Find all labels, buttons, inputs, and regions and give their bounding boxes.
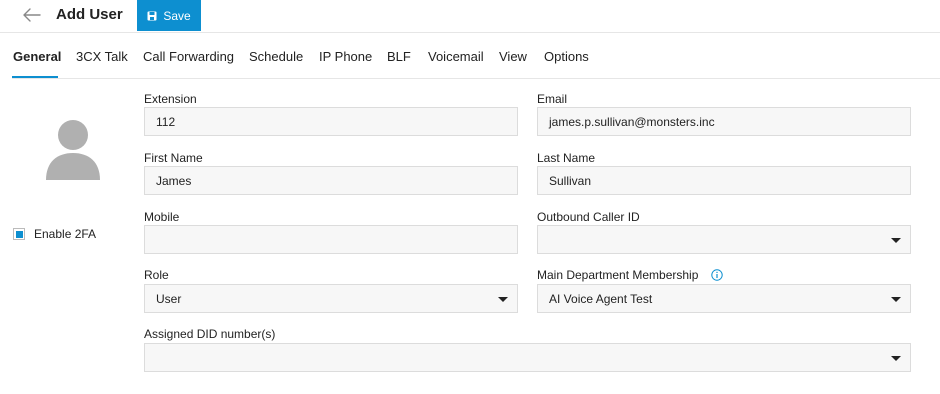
last-name-label: Last Name	[537, 151, 596, 165]
enable-2fa-label: Enable 2FA	[34, 227, 97, 241]
mobile-label: Mobile	[144, 210, 180, 224]
chevron-down-icon	[891, 238, 901, 243]
email-field[interactable]: james.p.sullivan@monsters.inc	[537, 107, 911, 136]
extension-label: Extension	[144, 92, 197, 106]
save-button[interactable]: Save	[137, 0, 201, 31]
top-bar: Add User Save	[0, 0, 940, 33]
tab-bar: General 3CX Talk Call Forwarding Schedul…	[12, 33, 940, 79]
chevron-down-icon	[891, 297, 901, 302]
tab-ip-phone[interactable]: IP Phone	[319, 49, 372, 64]
enable-2fa-checkbox[interactable]	[13, 228, 25, 240]
tab-blf[interactable]: BLF	[387, 49, 411, 64]
tab-general[interactable]: General	[13, 49, 61, 64]
arrow-left-icon	[23, 8, 41, 22]
mobile-field[interactable]	[144, 225, 518, 254]
page-title: Add User	[56, 6, 123, 23]
role-select[interactable]: User	[144, 284, 518, 313]
tab-view[interactable]: View	[499, 49, 527, 64]
first-name-field[interactable]: James	[144, 166, 518, 195]
chevron-down-icon	[498, 297, 508, 302]
assigned-did-label: Assigned DID number(s)	[144, 327, 276, 341]
enable-2fa-toggle[interactable]: Enable 2FA	[13, 227, 96, 241]
main-department-label: Main Department Membership	[537, 268, 699, 282]
email-value: james.p.sullivan@monsters.inc	[549, 114, 715, 129]
extension-field[interactable]: 112	[144, 107, 518, 136]
assigned-did-select[interactable]	[144, 343, 911, 372]
tab-call-forwarding[interactable]: Call Forwarding	[143, 49, 234, 64]
first-name-value: James	[156, 173, 192, 188]
main-department-value: AI Voice Agent Test	[549, 291, 653, 306]
tab-voicemail[interactable]: Voicemail	[428, 49, 484, 64]
checkbox-checked-mark	[15, 230, 23, 238]
tab-schedule[interactable]: Schedule	[249, 49, 303, 64]
save-button-label: Save	[163, 8, 191, 23]
tab-options[interactable]: Options	[544, 49, 589, 64]
active-tab-indicator	[12, 76, 58, 78]
last-name-value: Sullivan	[549, 173, 592, 188]
first-name-label: First Name	[144, 151, 203, 165]
main-department-select[interactable]: AI Voice Agent Test	[537, 284, 911, 313]
floppy-disk-icon	[147, 11, 157, 20]
back-button[interactable]	[20, 5, 44, 25]
user-avatar-icon[interactable]	[45, 118, 101, 182]
outbound-caller-id-label: Outbound Caller ID	[537, 210, 640, 224]
outbound-caller-id-select[interactable]	[537, 225, 911, 254]
extension-value: 112	[156, 114, 176, 129]
tab-3cx-talk[interactable]: 3CX Talk	[76, 49, 128, 64]
role-value: User	[156, 291, 182, 306]
role-label: Role	[144, 268, 169, 282]
info-icon[interactable]	[711, 268, 723, 281]
chevron-down-icon	[891, 356, 901, 361]
last-name-field[interactable]: Sullivan	[537, 166, 911, 195]
email-label: Email	[537, 92, 568, 106]
